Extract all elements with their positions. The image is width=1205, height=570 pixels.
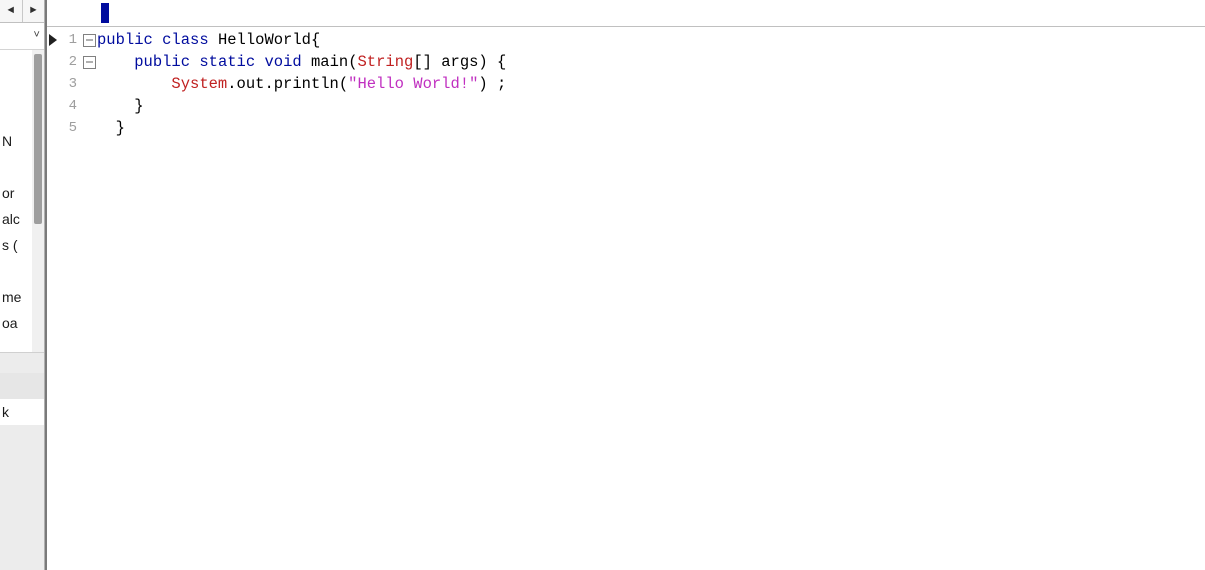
line-number: 3 bbox=[47, 73, 81, 95]
code-line[interactable]: System.out.println("Hello World!") ; bbox=[97, 73, 1205, 95]
line-number: 1 bbox=[47, 29, 81, 51]
nav-forward-button[interactable]: ► bbox=[23, 0, 45, 22]
chevron-down-icon[interactable]: ˅ bbox=[33, 30, 40, 42]
sidebar-scrollbar[interactable] bbox=[32, 50, 44, 352]
sidebar-top-list: Noralcs (meoa bbox=[0, 50, 44, 353]
code-area[interactable]: 12345 public class HelloWorld{ public st… bbox=[47, 27, 1205, 570]
editor: ---+----1----+----2----+----3----+----4-… bbox=[45, 0, 1205, 570]
nav-arrows: ◄ ► bbox=[0, 0, 44, 23]
fold-cell bbox=[81, 95, 97, 117]
line-number-gutter: 12345 bbox=[47, 27, 81, 570]
column-ruler: ---+----1----+----2----+----3----+----4-… bbox=[47, 0, 1205, 27]
line-number: 2 bbox=[47, 51, 81, 73]
current-line-icon bbox=[49, 34, 57, 46]
fold-toggle-icon[interactable] bbox=[83, 56, 96, 69]
fold-cell bbox=[81, 117, 97, 139]
sidebar-item[interactable]: k bbox=[0, 399, 44, 425]
code-text[interactable]: public class HelloWorld{ public static v… bbox=[97, 27, 1205, 570]
nav-back-button[interactable]: ◄ bbox=[0, 0, 23, 22]
code-line[interactable]: } bbox=[97, 95, 1205, 117]
sidebar-filter-row: ˅ bbox=[0, 23, 44, 50]
fold-cell bbox=[81, 51, 97, 73]
line-number: 5 bbox=[47, 117, 81, 139]
fold-cell bbox=[81, 29, 97, 51]
fold-column bbox=[81, 27, 97, 570]
sidebar: ◄ ► ˅ Noralcs (meoa k bbox=[0, 0, 45, 570]
sidebar-bottom-header bbox=[0, 373, 44, 399]
fold-toggle-icon[interactable] bbox=[83, 34, 96, 47]
code-line[interactable]: public static void main(String[] args) { bbox=[97, 51, 1205, 73]
sidebar-scrollbar-thumb[interactable] bbox=[34, 54, 42, 224]
code-line[interactable]: public class HelloWorld{ bbox=[97, 29, 1205, 51]
code-line[interactable]: } bbox=[97, 117, 1205, 139]
ruler-caret-icon bbox=[101, 3, 109, 23]
sidebar-bottom-panel: k bbox=[0, 373, 44, 425]
sidebar-top-panel: ◄ ► ˅ Noralcs (meoa bbox=[0, 0, 44, 353]
fold-cell bbox=[81, 73, 97, 95]
line-number: 4 bbox=[47, 95, 81, 117]
